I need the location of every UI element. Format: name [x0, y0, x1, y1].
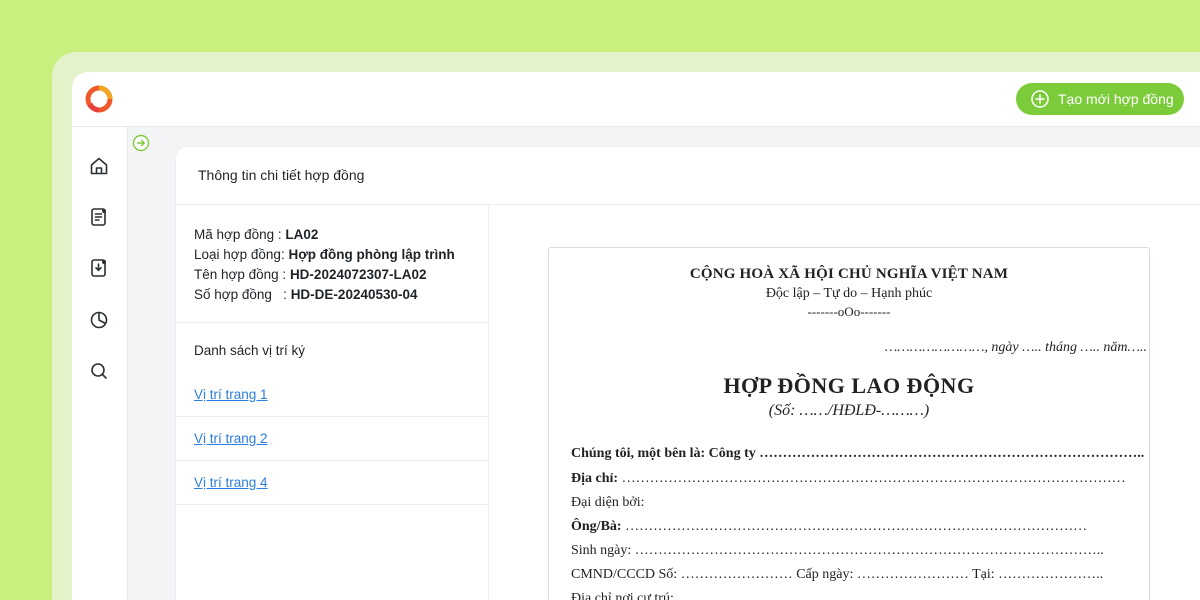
info-row-code: Mã hợp đồng : LA02	[194, 225, 455, 245]
document-separator: -------oOo-------	[807, 304, 891, 319]
info-value: HD-2024072307-LA02	[289, 267, 427, 282]
contract-info: Mã hợp đồng : LA02 Loại hợp đồng: Hợp đồ…	[194, 225, 455, 305]
document-line-id: CMND/CCCD Số: …………………… Cấp ngày: ……………………	[571, 567, 1104, 582]
document-preview: CỘNG HOÀ XÃ HỘI CHỦ NGHĨA VIỆT NAM Độc l…	[548, 247, 1150, 600]
info-value: Hợp đồng phòng lập trình	[288, 247, 455, 262]
expand-sidebar-icon[interactable]	[132, 134, 150, 152]
person-dots: ………………………………………………………………………………………	[621, 519, 1088, 534]
info-separator: :	[271, 287, 291, 302]
home-icon	[90, 157, 108, 175]
document-line-address: Địa chỉ: ……………………………………………………………………………………	[571, 471, 1126, 487]
list-item: Vị trí trang 2	[176, 417, 488, 461]
nav-documents[interactable]	[88, 206, 110, 228]
info-label: Loại hợp đồng	[194, 247, 281, 262]
nav-home[interactable]	[88, 155, 110, 177]
download-document-icon	[91, 259, 106, 277]
nav-reports[interactable]	[88, 309, 110, 331]
person-label: Ông/Bà:	[571, 519, 622, 534]
info-label: Mã hợp đồng	[194, 227, 275, 242]
app-window: Tạo mới hợp đồng Thông tin chi tiết hợp …	[72, 72, 1200, 600]
sidebar	[72, 127, 128, 600]
document-motto: Độc lập – Tự do – Hạnh phúc	[765, 286, 933, 301]
create-contract-label: Tạo mới hợp đồng	[1058, 91, 1174, 107]
address-dots: ………………………………………………………………………………………………	[618, 471, 1126, 486]
divider	[176, 322, 488, 323]
search-icon	[91, 363, 107, 379]
document-title: HỢP ĐỒNG LAO ĐỘNG	[723, 373, 975, 398]
info-label: Tên hợp đồng	[194, 267, 279, 282]
add-circle-icon	[1030, 89, 1050, 109]
signature-position-link[interactable]: Vị trí trang 1	[194, 387, 268, 402]
top-bar: Tạo mới hợp đồng	[72, 72, 1200, 127]
info-separator: :	[274, 227, 286, 242]
nav-search[interactable]	[88, 360, 110, 382]
contract-info-column: Mã hợp đồng : LA02 Loại hợp đồng: Hợp đồ…	[176, 205, 489, 600]
nav-download-documents[interactable]	[88, 257, 110, 279]
info-label: Số hợp đồng	[194, 287, 272, 302]
list-item: Vị trí trang 1	[176, 373, 488, 417]
document-date-line: ……………………, ngày ….. tháng ….. năm…..	[884, 340, 1147, 355]
info-row-number: Số hợp đồng : HD-DE-20240530-04	[194, 285, 455, 305]
info-separator: :	[278, 267, 290, 282]
list-item: Vị trí trang 4	[176, 461, 488, 505]
signature-position-link[interactable]: Vị trí trang 2	[194, 431, 268, 446]
create-contract-button[interactable]: Tạo mới hợp đồng	[1016, 83, 1184, 115]
document-line-residence: Địa chỉ nơi cư trú: ………………………………………………………	[571, 591, 1098, 600]
info-value: HD-DE-20240530-04	[290, 287, 418, 302]
page-title: Thông tin chi tiết hợp đồng	[198, 167, 365, 183]
contract-detail-panel: Thông tin chi tiết hợp đồng Mã hợp đồng …	[175, 146, 1200, 600]
document-line-birth: Sinh ngày: ………………………………………………………………………………	[571, 543, 1104, 558]
signature-position-link[interactable]: Vị trí trang 4	[194, 475, 268, 490]
document-national-title: CỘNG HOÀ XÃ HỘI CHỦ NGHĨA VIỆT NAM	[689, 266, 1009, 282]
pie-chart-icon	[90, 311, 108, 329]
info-row-type: Loại hợp đồng: Hợp đồng phòng lập trình	[194, 245, 455, 265]
document-line-representative: Đại diện bởi:	[571, 495, 645, 510]
info-value: LA02	[285, 227, 319, 242]
document-line-party: Chúng tôi, một bên là: Công ty …………………………	[571, 446, 1145, 461]
document-line-person: Ông/Bà: ………………………………………………………………………………………	[571, 519, 1087, 535]
document-number: (Số: ……/HĐLĐ-………)	[768, 402, 930, 419]
address-label: Địa chỉ:	[571, 471, 619, 486]
signature-list-title: Danh sách vị trí ký	[194, 343, 306, 358]
logo-icon	[85, 85, 113, 113]
document-icon	[91, 208, 106, 226]
info-row-name: Tên hợp đồng : HD-2024072307-LA02	[194, 265, 455, 285]
